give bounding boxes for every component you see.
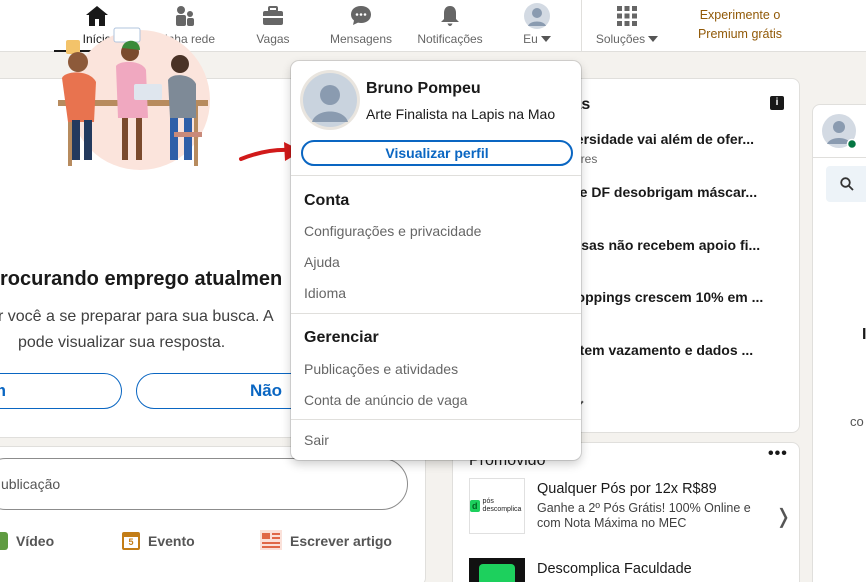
job-search-text-line2: pode visualizar sua resposta.	[18, 334, 226, 351]
article-icon	[260, 529, 282, 553]
menu-item-posts-activity[interactable]: Publicações e atividades	[304, 361, 458, 377]
panel-text-fragment: co	[850, 414, 864, 429]
news-item[interactable]: e tem vazamento e dados ...	[568, 342, 753, 358]
profile-headline: Arte Finalista na Lapis na Mao	[366, 106, 556, 122]
job-search-text-line1: r você a se preparar para sua busca. A	[0, 308, 274, 325]
ad-description: Ganhe a 2º Pós Grátis! 100% Online e com…	[537, 501, 751, 530]
nav-me-label-wrap: Eu	[523, 32, 551, 46]
news-item[interactable]: resas não recebem apoio fi...	[568, 237, 760, 253]
more-options-icon[interactable]: •••	[768, 445, 788, 463]
post-event-button[interactable]: 5 Evento	[122, 528, 195, 554]
people-meeting-illustration	[58, 27, 210, 170]
nav-me-label: Eu	[523, 32, 538, 46]
manage-section-heading: Gerenciar	[304, 329, 379, 346]
chevron-right-icon[interactable]: ❭	[775, 504, 792, 529]
job-search-yes-button[interactable]: m	[0, 373, 122, 409]
nav-solutions-label: Soluções	[595, 32, 646, 46]
nav-jobs-label: Vagas	[256, 32, 290, 46]
menu-item-language[interactable]: Idioma	[304, 285, 346, 301]
ad-headline[interactable]: Descomplica Faculdade	[537, 561, 692, 577]
panel-text-fragment: I	[862, 326, 866, 343]
profile-name: Bruno Pompeu	[366, 80, 481, 97]
info-icon[interactable]: i	[770, 96, 784, 110]
ad-logo[interactable]: d pós descomplica	[469, 478, 525, 534]
nav-jobs[interactable]: Vagas	[246, 0, 300, 52]
message-icon	[348, 3, 374, 29]
ad-logo-text: pós descomplica	[482, 498, 522, 513]
avatar[interactable]	[822, 114, 858, 153]
avatar[interactable]	[300, 70, 360, 135]
news-item[interactable]: s e DF desobrigam máscar...	[568, 184, 757, 200]
nav-solutions[interactable]: Soluções	[588, 0, 666, 52]
menu-item-settings-privacy[interactable]: Configurações e privacidade	[304, 223, 481, 239]
nav-notifications[interactable]: Notificações	[410, 0, 490, 52]
messaging-search-input[interactable]	[826, 166, 866, 202]
premium-link[interactable]: Experimente o Premium grátis	[688, 6, 792, 44]
search-icon	[840, 177, 854, 191]
briefcase-icon	[260, 3, 286, 29]
premium-line-1: Experimente o	[699, 8, 781, 22]
calendar-icon: 5	[122, 532, 140, 550]
ad-logo-mark	[479, 564, 515, 582]
menu-item-sign-out[interactable]: Sair	[304, 432, 329, 448]
nav-notifications-label: Notificações	[417, 32, 483, 46]
job-search-heading: rocurando emprego atualmen	[0, 268, 283, 290]
grid-icon	[614, 3, 640, 29]
premium-line-2: Premium grátis	[697, 27, 783, 41]
chevron-down-icon	[648, 36, 659, 42]
news-item[interactable]: versidade vai além de ofer...	[568, 131, 754, 147]
post-video-label: Vídeo	[16, 533, 55, 549]
menu-divider	[291, 175, 581, 176]
profile-dropdown-menu: Bruno Pompeu Arte Finalista na Lapis na …	[291, 61, 581, 460]
panel-divider	[812, 157, 866, 158]
start-post-input[interactable]: ublicação	[0, 458, 408, 510]
nav-messages-label: Mensagens	[329, 32, 393, 46]
nav-me[interactable]: Eu	[516, 0, 558, 52]
ad-logo-mark: d	[470, 500, 480, 512]
ad-logo[interactable]	[469, 558, 525, 582]
nav-solutions-label-wrap: Soluções	[595, 32, 659, 46]
nav-messages[interactable]: Mensagens	[324, 0, 398, 52]
chevron-down-icon	[540, 36, 551, 42]
menu-divider	[291, 313, 581, 314]
menu-item-job-posting-account[interactable]: Conta de anúncio de vaga	[304, 392, 467, 408]
ad-headline[interactable]: Qualquer Pós por 12x R$89	[537, 481, 717, 497]
bell-icon	[437, 3, 463, 29]
post-event-label: Evento	[148, 533, 195, 549]
avatar	[524, 3, 550, 29]
post-article-label: Escrever artigo	[290, 533, 392, 549]
post-article-button[interactable]: Escrever artigo	[260, 528, 392, 554]
news-item[interactable]: hoppings crescem 10% em ...	[568, 289, 763, 305]
menu-divider	[291, 419, 581, 420]
view-profile-button[interactable]: Visualizar perfil	[301, 140, 573, 166]
account-section-heading: Conta	[304, 192, 350, 209]
nav-divider	[581, 0, 582, 52]
post-video-button[interactable]: Vídeo	[0, 528, 54, 554]
menu-item-help[interactable]: Ajuda	[304, 254, 340, 270]
video-icon	[0, 532, 8, 550]
